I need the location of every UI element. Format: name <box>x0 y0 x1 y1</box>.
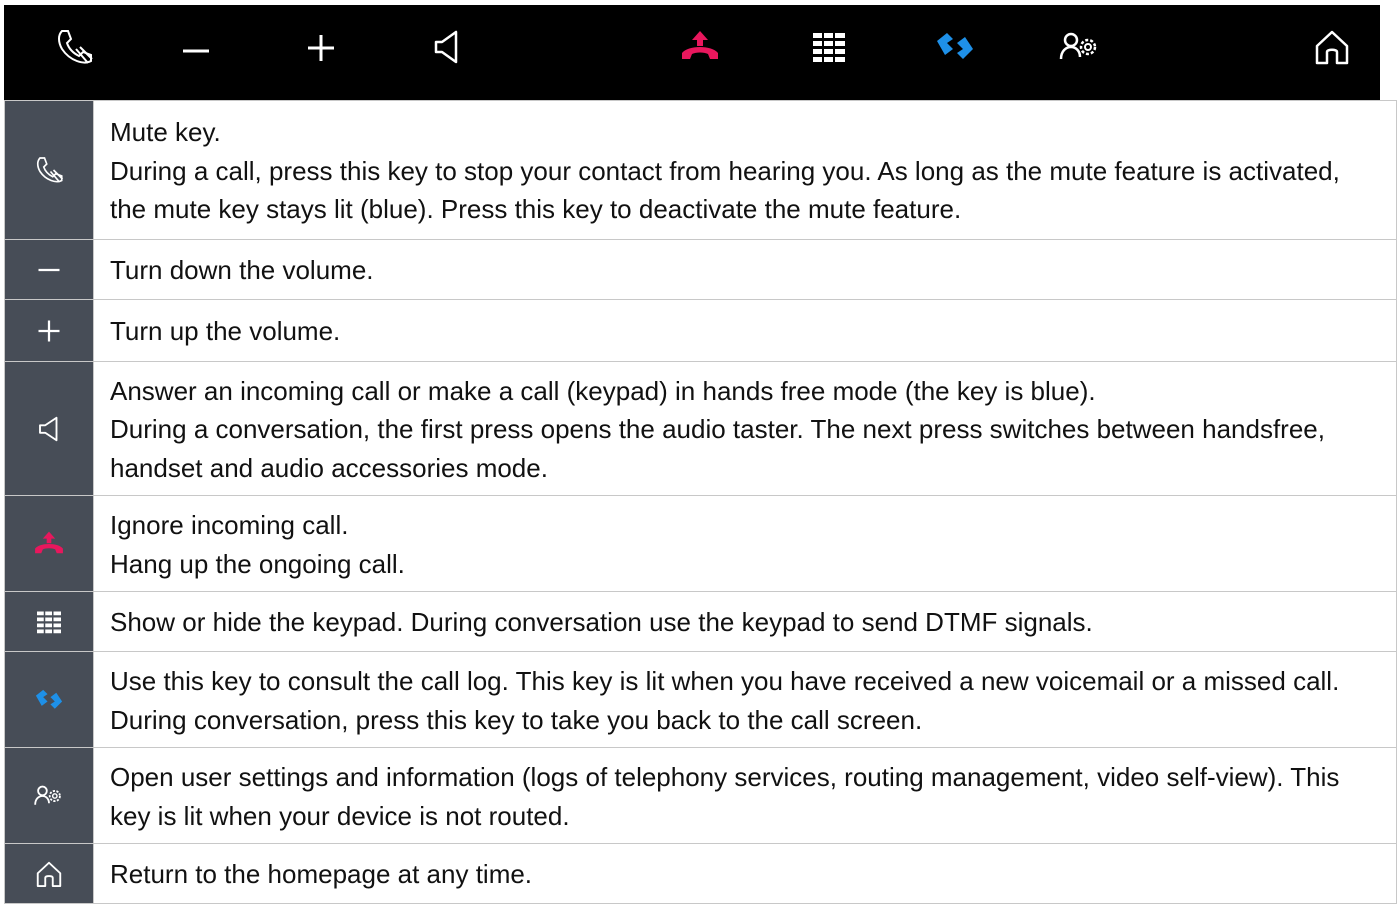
table-row: Open user settings and information (logs… <box>4 747 1397 844</box>
volume-up-key[interactable] <box>299 25 343 69</box>
icon-cell <box>4 843 94 904</box>
call-log-icon <box>35 689 63 709</box>
home-key[interactable] <box>1310 25 1354 69</box>
plus-icon <box>38 320 60 341</box>
home-icon <box>1315 30 1349 65</box>
table-row: Return to the homepage at any time. <box>4 843 1397 904</box>
description-line: Turn up the volume. <box>110 316 341 347</box>
icon-cell <box>4 299 94 362</box>
icon-cell <box>4 361 94 496</box>
key-description: Answer an incoming call or make a call (… <box>93 361 1397 496</box>
icon-cell <box>4 591 94 652</box>
table-row: Use this key to consult the call log. Th… <box>4 651 1397 748</box>
table-row: Ignore incoming call. Hang up the ongoin… <box>4 495 1397 592</box>
mute-icon <box>58 30 93 64</box>
key-description: Ignore incoming call. Hang up the ongoin… <box>93 495 1397 592</box>
description-line: During a call, press this key to stop yo… <box>110 155 1340 225</box>
table-row: Turn down the volume. <box>4 239 1397 300</box>
description-line: Turn down the volume. <box>110 255 374 286</box>
plus-icon <box>308 35 334 61</box>
description-line: Mute key. <box>110 117 221 148</box>
handsfree-key[interactable] <box>424 25 468 69</box>
home-icon <box>36 861 62 887</box>
description-line: Answer an incoming call or make a call (… <box>110 375 1096 406</box>
icon-cell <box>4 495 94 592</box>
call-log-icon <box>937 33 973 59</box>
description-line: Ignore incoming call. <box>110 510 349 540</box>
key-description: Return to the homepage at any time. <box>93 843 1397 904</box>
key-description: Mute key. During a call, press this key … <box>93 100 1397 240</box>
minus-icon <box>38 268 60 271</box>
key-description: Show or hide the keypad. During conversa… <box>93 591 1397 652</box>
key-description-table: Mute key. During a call, press this key … <box>4 100 1397 904</box>
speaker-icon <box>434 30 458 64</box>
keypad-key[interactable] <box>807 25 851 69</box>
table-row: Answer an incoming call or make a call (… <box>4 361 1397 496</box>
description-line: Use this key to consult the call log. Th… <box>110 666 1340 735</box>
table-row: Turn up the volume. <box>4 299 1397 362</box>
user-settings-key[interactable] <box>1058 25 1102 69</box>
description-line: Open user settings and information (logs… <box>110 762 1340 831</box>
phone-key-bar <box>4 5 1380 100</box>
icon-cell <box>4 100 94 240</box>
table-row: Show or hide the keypad. During conversa… <box>4 591 1397 652</box>
volume-down-key[interactable] <box>174 25 218 69</box>
keypad-icon <box>37 611 61 633</box>
keypad-icon <box>813 33 845 62</box>
mute-key[interactable] <box>52 25 96 69</box>
description-line: Show or hide the keypad. During conversa… <box>110 607 1093 638</box>
user-settings-icon <box>34 785 61 805</box>
key-description: Turn up the volume. <box>93 299 1397 362</box>
key-description: Open user settings and information (logs… <box>93 747 1397 844</box>
icon-cell <box>4 239 94 300</box>
description-line: Hang up the ongoing call. <box>110 548 405 579</box>
mute-icon <box>36 157 64 183</box>
call-log-key[interactable] <box>933 25 977 69</box>
hang-up-icon <box>682 31 718 59</box>
description-line: During a conversation, the first press o… <box>110 414 1325 483</box>
icon-cell <box>4 747 94 844</box>
table-row: Mute key. During a call, press this key … <box>4 100 1397 240</box>
description-line: Return to the homepage at any time. <box>110 859 533 890</box>
hang-up-icon <box>35 531 63 553</box>
key-description: Turn down the volume. <box>93 239 1397 300</box>
minus-icon <box>183 49 209 53</box>
speaker-icon <box>39 416 58 441</box>
key-description: Use this key to consult the call log. Th… <box>93 651 1397 748</box>
icon-cell <box>4 651 94 748</box>
hang-up-key[interactable] <box>678 25 722 69</box>
user-settings-icon <box>1059 32 1097 60</box>
